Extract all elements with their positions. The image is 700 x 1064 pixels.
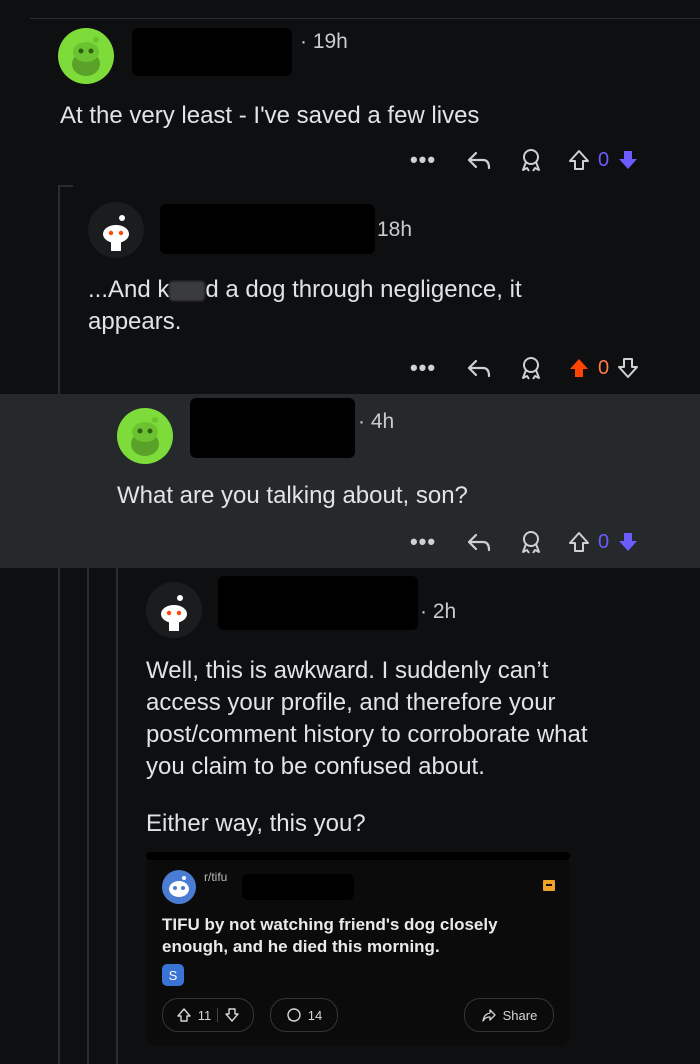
redacted-username [218, 576, 418, 630]
comment-text-part: d a dog through negligence, it [205, 276, 522, 303]
more-options-icon[interactable]: ••• [408, 529, 438, 555]
comment-timestamp: · 2h [420, 600, 457, 623]
comment-count: 14 [307, 1007, 323, 1023]
comment-actions: ••• 0 [408, 142, 643, 178]
share-label: Share [502, 1007, 538, 1023]
vote-count: 0 [598, 148, 610, 171]
redacted-bar [146, 852, 570, 860]
default-snoo-icon [103, 215, 129, 251]
post-title-line: TIFU by not watching friend's dog closel… [162, 915, 498, 934]
comment-text: ...And k d a dog through negligence, it a… [88, 274, 608, 338]
comments-button[interactable]: 14 [270, 998, 338, 1032]
comment-text-part: ...And k [88, 276, 170, 303]
bookmark-icon[interactable] [542, 878, 556, 892]
thread-connector [58, 185, 73, 187]
downvote-icon[interactable] [613, 356, 643, 380]
upvote-icon[interactable] [564, 530, 594, 554]
default-snoo-icon [161, 595, 187, 631]
redacted-username [132, 28, 292, 76]
embedded-post-card[interactable]: r/tifu TIFU by not watching friend's dog… [146, 852, 570, 1046]
avatar[interactable] [146, 582, 202, 638]
redacted-username [190, 398, 355, 458]
avatar[interactable] [117, 408, 173, 464]
redacted-word [169, 280, 206, 301]
upvote-count: 11 [197, 1007, 212, 1023]
downvote-icon-active[interactable] [613, 530, 643, 554]
comment-timestamp: · 19h [300, 30, 348, 53]
comment-actions: ••• 0 [408, 350, 643, 386]
vote-divider [217, 1008, 219, 1022]
comment-line: access your profile, and therefore your [146, 689, 556, 716]
reply-icon[interactable] [462, 148, 496, 172]
share-button[interactable]: Share [464, 998, 554, 1032]
vote-pill: 11 [162, 998, 254, 1032]
thread-line-3 [116, 568, 118, 1064]
subreddit-icon[interactable] [162, 870, 196, 904]
flair-badge[interactable]: S [162, 964, 184, 986]
avatar[interactable] [58, 28, 114, 84]
post-title[interactable]: TIFU by not watching friend's dog closel… [162, 914, 542, 958]
vote-count: 0 [598, 530, 610, 553]
comment-line: Well, this is awkward. I suddenly can’t [146, 657, 549, 684]
comment-timestamp: · 4h [358, 410, 395, 433]
snoo-avatar-icon [72, 37, 100, 76]
comment-timestamp: 18h [377, 218, 413, 241]
downvote-icon-active[interactable] [613, 148, 643, 172]
award-icon[interactable] [514, 529, 548, 555]
comment-text: What are you talking about, son? [117, 482, 468, 509]
more-options-icon[interactable]: ••• [408, 147, 438, 173]
avatar[interactable] [88, 202, 144, 258]
comment-text: Well, this is awkward. I suddenly can’t … [146, 655, 676, 783]
redacted-username [160, 204, 375, 254]
tifu-icon [169, 876, 189, 897]
downvote-icon[interactable] [224, 1007, 240, 1023]
vote-count: 0 [598, 356, 610, 379]
upvote-icon-active[interactable] [564, 356, 594, 380]
upvote-icon[interactable] [176, 1007, 192, 1023]
comment-actions: ••• 0 [408, 524, 643, 560]
thread-line-1 [58, 185, 60, 1064]
post-title-line: enough, and he died this morning. [162, 937, 440, 956]
reply-icon[interactable] [462, 530, 496, 554]
comment-text: Either way, this you? [146, 810, 366, 837]
comment-line: post/comment history to corroborate what [146, 721, 588, 748]
comment-text-part: appears. [88, 308, 182, 335]
snoo-avatar-icon [131, 417, 159, 456]
comment-bubble-icon [286, 1007, 302, 1023]
upvote-icon[interactable] [564, 148, 594, 172]
reply-icon[interactable] [462, 356, 496, 380]
award-icon[interactable] [514, 147, 548, 173]
comment-line: you claim to be confused about. [146, 753, 485, 780]
share-icon [481, 1007, 497, 1023]
redacted-username [242, 874, 354, 900]
divider [30, 18, 700, 19]
more-options-icon[interactable]: ••• [408, 355, 438, 381]
subreddit-name[interactable]: r/tifu [204, 870, 227, 884]
award-icon[interactable] [514, 355, 548, 381]
comment-text: At the very least - I've saved a few liv… [60, 102, 480, 129]
